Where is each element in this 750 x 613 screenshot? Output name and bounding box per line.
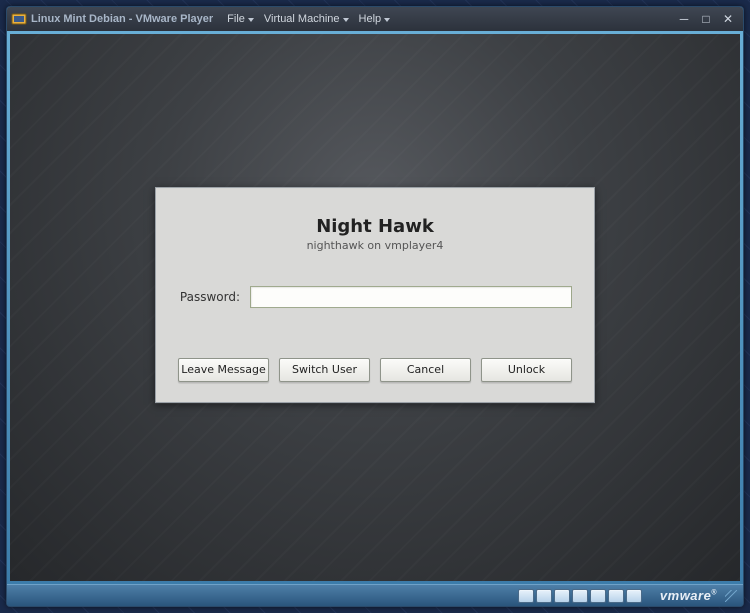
password-row: Password:: [178, 286, 572, 308]
menu-file-label: File: [227, 13, 245, 25]
menu-help[interactable]: Help: [355, 11, 395, 27]
floppy-icon[interactable]: [554, 589, 570, 603]
status-icons: [518, 589, 642, 603]
switch-user-button[interactable]: Switch User: [279, 358, 370, 382]
menu-virtual-machine[interactable]: Virtual Machine: [260, 11, 353, 27]
minimize-button[interactable]: ─: [677, 12, 691, 26]
cancel-button[interactable]: Cancel: [380, 358, 471, 382]
user-host-sublabel: nighthawk on vmplayer4: [178, 239, 572, 252]
menu-vm-label: Virtual Machine: [264, 13, 340, 25]
guest-display: Night Hawk nighthawk on vmplayer4 Passwo…: [10, 34, 740, 581]
chevron-down-icon: [343, 13, 349, 25]
titlebar: Linux Mint Debian - VMware Player File V…: [7, 7, 743, 31]
hdd-icon[interactable]: [518, 589, 534, 603]
vmware-brand-label: vmware®: [660, 588, 717, 603]
sound-icon[interactable]: [608, 589, 624, 603]
menu-bar: File Virtual Machine Help: [223, 11, 394, 27]
leave-message-button[interactable]: Leave Message: [178, 358, 269, 382]
user-display-name: Night Hawk: [178, 216, 572, 237]
password-label: Password:: [178, 290, 240, 304]
password-input[interactable]: [250, 286, 572, 308]
cdrom-icon[interactable]: [536, 589, 552, 603]
printer-icon[interactable]: [626, 589, 642, 603]
chevron-down-icon: [248, 13, 254, 25]
vmware-player-window: Linux Mint Debian - VMware Player File V…: [6, 6, 744, 607]
statusbar: vmware®: [7, 584, 743, 606]
window-title: Linux Mint Debian - VMware Player: [31, 13, 213, 25]
button-row: Leave Message Switch User Cancel Unlock: [178, 358, 572, 382]
chevron-down-icon: [384, 13, 390, 25]
menu-help-label: Help: [359, 13, 382, 25]
menu-file[interactable]: File: [223, 11, 258, 27]
unlock-button[interactable]: Unlock: [481, 358, 572, 382]
lock-screen-dialog: Night Hawk nighthawk on vmplayer4 Passwo…: [155, 187, 595, 403]
network-icon[interactable]: [572, 589, 588, 603]
usb-icon[interactable]: [590, 589, 606, 603]
close-button[interactable]: ✕: [721, 12, 735, 26]
maximize-button[interactable]: □: [699, 12, 713, 26]
vmware-app-icon: [11, 11, 27, 27]
window-controls: ─ □ ✕: [677, 12, 739, 26]
resize-grip-icon[interactable]: [725, 590, 737, 602]
